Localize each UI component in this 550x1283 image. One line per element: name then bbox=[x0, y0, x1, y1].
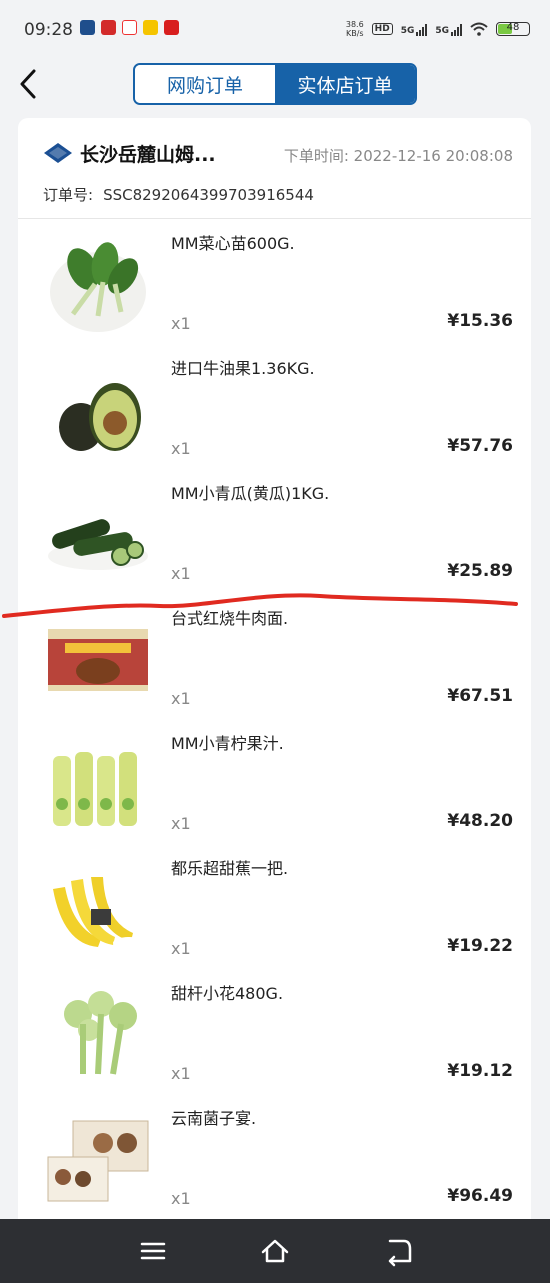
signal-5g-icon: 5G bbox=[401, 23, 428, 36]
item-price: ¥96.49 bbox=[447, 1186, 513, 1206]
item-name: MM小青柠果汁. bbox=[171, 734, 284, 753]
item-name: 台式红烧牛肉面. bbox=[171, 609, 289, 628]
item-quantity: x1 bbox=[171, 564, 191, 583]
item-price: ¥67.51 bbox=[447, 686, 513, 706]
item-quantity: x1 bbox=[171, 1064, 191, 1083]
app-notification-icon bbox=[143, 20, 158, 35]
system-nav-bar bbox=[0, 1219, 550, 1283]
wifi-icon bbox=[470, 22, 488, 36]
item-price: ¥48.20 bbox=[447, 811, 513, 831]
list-item[interactable]: MM小青瓜(黄瓜)1KG. x1 ¥25.89 bbox=[18, 476, 531, 601]
sams-club-logo-icon bbox=[44, 143, 72, 163]
sim2-label: 5G bbox=[435, 25, 449, 36]
status-time: 09:28 bbox=[24, 20, 73, 40]
order-card[interactable]: 长沙岳麓山姆... 下单时间: 2022-12-16 20:08:08 订单号:… bbox=[18, 118, 531, 1228]
lime-juice-bottles-image bbox=[53, 752, 137, 826]
battery-level: 48 bbox=[506, 22, 520, 33]
item-name: MM菜心苗600G. bbox=[171, 234, 295, 253]
item-name: 进口牛油果1.36KG. bbox=[171, 359, 315, 378]
status-bar: 09:28 38.6 KB/s HD 5G 5G 48 bbox=[0, 0, 550, 60]
item-price: ¥25.89 bbox=[447, 561, 513, 581]
item-name: 云南菌子宴. bbox=[171, 1109, 257, 1128]
home-icon[interactable] bbox=[259, 1235, 291, 1267]
item-quantity: x1 bbox=[171, 814, 191, 833]
network-speed-value: 38.6 bbox=[345, 20, 364, 29]
back-arrow-icon[interactable] bbox=[14, 68, 46, 100]
order-header: 长沙岳麓山姆... 下单时间: 2022-12-16 20:08:08 订单号:… bbox=[18, 118, 531, 219]
item-quantity: x1 bbox=[171, 689, 191, 708]
list-item[interactable]: MM菜心苗600G. x1 ¥15.36 bbox=[18, 226, 531, 351]
app-notification-icon bbox=[101, 20, 116, 35]
mushroom-gift-box-image bbox=[47, 1120, 149, 1202]
list-item[interactable]: 都乐超甜蕉一把. x1 ¥19.22 bbox=[18, 851, 531, 976]
status-right: 38.6 KB/s HD 5G 5G 48 bbox=[346, 20, 530, 38]
avocado-image bbox=[59, 383, 141, 451]
app-notification-icon bbox=[164, 20, 179, 35]
hd-icon: HD bbox=[371, 23, 393, 35]
list-item[interactable]: 甜杆小花480G. x1 ¥19.12 bbox=[18, 976, 531, 1101]
sim1-label: 5G bbox=[400, 25, 415, 36]
banana-image bbox=[53, 877, 145, 949]
order-number-label: 订单号: bbox=[43, 186, 94, 204]
order-number: SSC8292064399703916544 bbox=[103, 186, 314, 204]
order-type-tabs: 网购订单 实体店订单 bbox=[133, 63, 417, 105]
item-name: 都乐超甜蕉一把. bbox=[171, 859, 289, 878]
list-item[interactable]: 台式红烧牛肉面. x1 ¥67.51 bbox=[18, 601, 531, 726]
item-price: ¥19.12 bbox=[447, 1061, 513, 1081]
network-speed: 38.6 KB/s bbox=[346, 20, 364, 38]
item-quantity: x1 bbox=[171, 439, 191, 458]
tab-store-orders[interactable]: 实体店订单 bbox=[275, 65, 415, 103]
notification-icons bbox=[80, 20, 179, 35]
signal-5g-icon: 5G bbox=[435, 23, 462, 36]
back-nav-icon[interactable] bbox=[382, 1235, 414, 1267]
list-item[interactable]: 进口牛油果1.36KG. x1 ¥57.76 bbox=[18, 351, 531, 476]
broccolini-image bbox=[64, 991, 137, 1075]
item-price: ¥19.22 bbox=[447, 936, 513, 956]
item-price: ¥57.76 bbox=[447, 436, 513, 456]
item-price: ¥15.36 bbox=[447, 311, 513, 331]
app-notification-icon bbox=[122, 20, 137, 35]
item-name: 甜杆小花480G. bbox=[171, 984, 284, 1003]
bok-choy-image bbox=[50, 242, 146, 332]
list-item[interactable]: MM小青柠果汁. x1 ¥48.20 bbox=[18, 726, 531, 851]
item-name: MM小青瓜(黄瓜)1KG. bbox=[171, 484, 330, 503]
item-quantity: x1 bbox=[171, 939, 191, 958]
app-notification-icon bbox=[80, 20, 95, 35]
battery-icon: 48 bbox=[496, 22, 530, 36]
order-time: 下单时间: 2022-12-16 20:08:08 bbox=[283, 147, 513, 165]
item-quantity: x1 bbox=[171, 1189, 191, 1208]
list-item[interactable]: 云南菌子宴. x1 ¥96.49 bbox=[18, 1101, 531, 1226]
store-name: 长沙岳麓山姆... bbox=[80, 144, 216, 166]
network-speed-unit: KB/s bbox=[345, 29, 364, 38]
order-number-row: 订单号: SSC8292064399703916544 bbox=[43, 184, 314, 205]
menu-icon[interactable] bbox=[137, 1235, 169, 1267]
cucumber-image bbox=[48, 519, 148, 570]
beef-noodle-box-image bbox=[48, 629, 148, 691]
tab-online-orders[interactable]: 网购订单 bbox=[135, 65, 275, 103]
item-quantity: x1 bbox=[171, 314, 191, 333]
